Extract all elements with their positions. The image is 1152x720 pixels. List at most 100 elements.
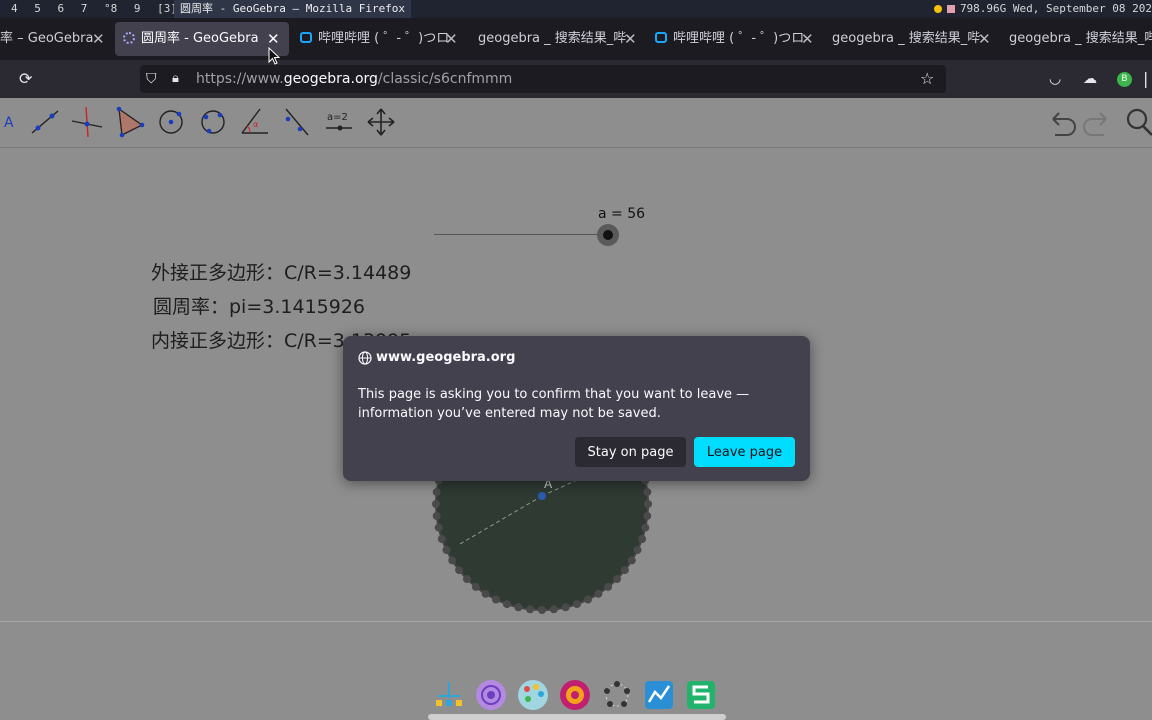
close-tab-icon[interactable]: ✕ — [978, 22, 991, 56]
bilibili-icon — [655, 32, 667, 43]
move-view-tool-button[interactable] — [362, 103, 400, 141]
stay-on-page-button[interactable]: Stay on page — [575, 437, 686, 467]
vertex-point — [442, 546, 451, 554]
dialog-host: www.geogebra.org — [376, 350, 516, 365]
undo-button[interactable] — [1043, 103, 1081, 141]
overflow-icon[interactable]: | — [1143, 60, 1148, 98]
reflect-tool-button[interactable] — [278, 103, 316, 141]
tab-label: geogebra _ 搜索结果_哔 — [478, 31, 627, 46]
reflect-icon — [285, 108, 309, 136]
browser-tab[interactable]: 率 – GeoGebra ✕ — [0, 22, 106, 56]
browser-tab-active[interactable]: 圆周率 - GeoGebra ✕ — [115, 22, 289, 56]
angle-tool-button[interactable]: α — [236, 103, 274, 141]
browser-tab[interactable]: 哔哩哔哩 ( ゜- ゜)つロ ✕ — [655, 22, 815, 56]
conic-tool-button[interactable] — [194, 103, 232, 141]
redo-button[interactable] — [1078, 103, 1116, 141]
line-tool-button[interactable] — [26, 103, 64, 141]
bilibili-icon — [300, 32, 312, 43]
close-tab-icon[interactable]: ✕ — [445, 22, 458, 56]
url-prefix: https://www. — [196, 71, 284, 87]
url-domain: geogebra.org — [283, 71, 378, 87]
workspace-item[interactable]: 9 — [134, 2, 141, 15]
vertex-point — [627, 556, 636, 565]
browser-tab[interactable]: geogebra _ 搜索结果_哔 ✕ — [478, 22, 638, 56]
code-editor-icon[interactable] — [684, 678, 718, 712]
vertex-point — [526, 605, 535, 614]
vertex-point — [463, 575, 471, 583]
lock-icon[interactable]: 🔒︎ — [172, 60, 179, 98]
workspace-item[interactable]: 4 — [11, 2, 18, 15]
slider-track[interactable] — [434, 234, 608, 235]
geogebra-toolbar: A α a=2 — [0, 98, 1152, 148]
tab-label: geogebra _ 搜索结果_哔 — [832, 31, 981, 46]
polygon-tool-button[interactable] — [110, 103, 148, 141]
system-status: 798.96G Wed, September 08 202 — [933, 0, 1152, 18]
slider-tool-text: a=2 — [327, 112, 348, 123]
network-icon[interactable] — [432, 678, 466, 712]
nav-bar: ⟳ ⛉ 🔒︎ https://www.geogebra.org/classic/… — [0, 60, 1152, 98]
orbit-icon[interactable] — [474, 678, 508, 712]
leave-page-button[interactable]: Leave page — [694, 437, 795, 467]
vertex-point — [613, 575, 621, 583]
status-text: 798.96G Wed, September 08 202 — [959, 2, 1152, 15]
disk-icon — [946, 5, 955, 13]
workspace-item[interactable]: 6 — [58, 2, 65, 15]
globe-icon — [358, 350, 372, 365]
move-tool-button[interactable]: A — [0, 103, 24, 141]
chart-app-icon[interactable] — [642, 678, 676, 712]
palette-icon[interactable] — [516, 678, 550, 712]
vertex-point — [604, 582, 613, 591]
url-text[interactable]: https://www.geogebra.org/classic/s6cnfmm… — [196, 65, 512, 93]
move-arrows-icon — [367, 108, 395, 136]
vertex-point — [432, 511, 441, 520]
perpendicular-tool-button[interactable] — [68, 103, 106, 141]
vertex-point — [481, 589, 490, 598]
perpendicular-icon — [71, 106, 103, 138]
dialog-message: This page is asking you to confirm that … — [358, 387, 750, 421]
undo-icon — [1052, 112, 1076, 136]
loading-icon — [123, 32, 135, 44]
vertex-point — [638, 535, 647, 543]
workspace-item[interactable]: °8 — [104, 2, 117, 15]
vertex-point — [503, 600, 511, 609]
pocket-icon[interactable]: ◡ — [1049, 60, 1061, 98]
pi-text: 圆周率：pi=3.1415926 — [153, 296, 366, 318]
tab-label: 哔哩哔哩 ( ゜- ゜)つロ — [318, 31, 450, 46]
dots-icon[interactable] — [600, 678, 634, 712]
container-icon[interactable]: ☁ — [1083, 60, 1097, 98]
vertex-point — [538, 606, 546, 614]
workspace-item[interactable]: 7 — [81, 2, 88, 15]
system-bar: 4 5 6 7 °8 9 [3] 圆周率 - GeoGebra — Mozill… — [0, 0, 1152, 18]
workspace-item[interactable]: 5 — [34, 2, 41, 15]
vertex-point — [594, 589, 603, 598]
line-icon — [31, 110, 59, 134]
tab-label: 哔哩哔哩 ( ゜- ゜)つロ — [673, 31, 805, 46]
close-tab-icon[interactable]: ✕ — [624, 22, 637, 56]
close-tab-icon[interactable]: ✕ — [801, 22, 814, 56]
vertex-point — [584, 595, 592, 604]
slider-handle[interactable] — [597, 224, 619, 246]
search-icon — [1126, 108, 1152, 136]
redo-icon — [1083, 112, 1107, 136]
url-bar[interactable]: ⛉ 🔒︎ https://www.geogebra.org/classic/s6… — [140, 65, 946, 93]
svg-text:A: A — [4, 115, 14, 131]
shield-icon[interactable]: ⛉ — [146, 60, 157, 98]
media-player-icon[interactable] — [558, 678, 592, 712]
vertex-point — [448, 556, 457, 565]
browser-tab[interactable]: 哔哩哔哩 ( ゜- ゜)つロ ✕ — [300, 22, 460, 56]
browser-tab[interactable]: geogebra _ 搜索结果_哔 — [1009, 22, 1152, 56]
circle-tool-button[interactable] — [152, 103, 190, 141]
browser-tab[interactable]: geogebra _ 搜索结果_哔 ✕ — [832, 22, 992, 56]
bookmark-star-icon[interactable]: ☆ — [920, 60, 934, 98]
move-tool-icon: A — [4, 115, 14, 131]
reload-icon[interactable]: ⟳ — [19, 60, 32, 98]
close-tab-icon[interactable]: ✕ — [92, 22, 105, 56]
extension-icon[interactable]: B — [1117, 72, 1132, 87]
vertex-point — [549, 605, 558, 614]
slider-tool-button[interactable]: a=2 — [320, 103, 358, 141]
search-button[interactable] — [1120, 103, 1152, 141]
dialog-header: www.geogebra.org — [358, 350, 515, 365]
vertex-point — [620, 566, 629, 575]
slider-icon: a=2 — [326, 112, 352, 131]
brightness-icon — [933, 5, 942, 13]
